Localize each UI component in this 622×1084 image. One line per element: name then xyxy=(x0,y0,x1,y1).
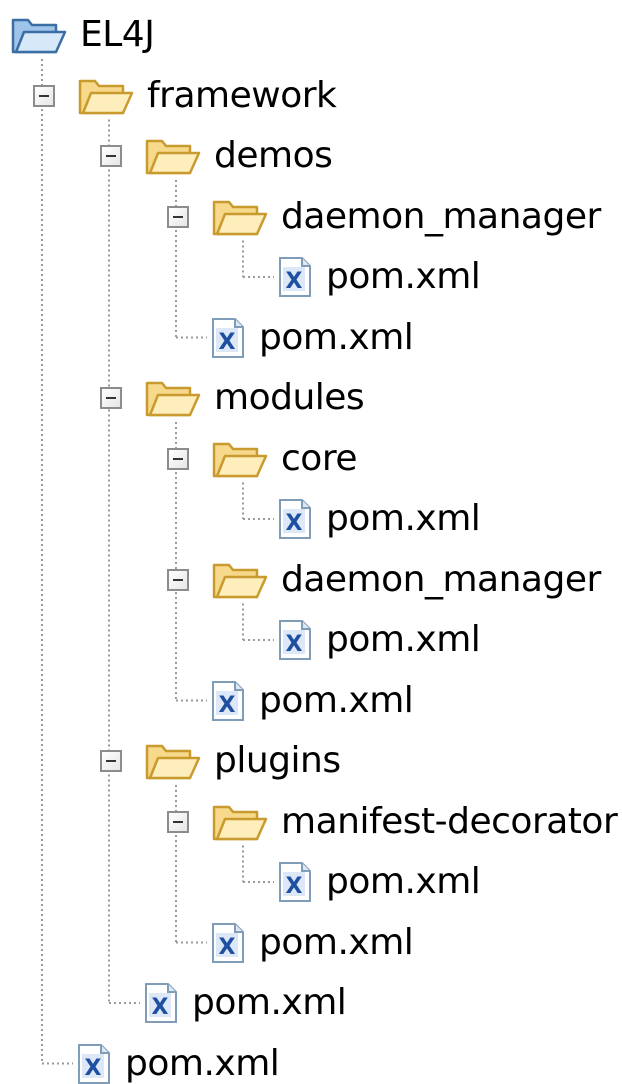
xml-file-icon: X xyxy=(144,982,178,1028)
xml-file-icon: X xyxy=(278,498,312,544)
svg-text:X: X xyxy=(152,995,169,1020)
folder-open-icon xyxy=(211,799,269,849)
tree-folder-core[interactable]: core xyxy=(0,430,622,488)
tree-folder-daemon-manager[interactable]: daemon_manager xyxy=(0,551,622,609)
collapse-toggle[interactable] xyxy=(167,568,189,591)
collapse-toggle[interactable] xyxy=(100,387,122,409)
folder-open-icon xyxy=(211,436,269,486)
svg-text:X: X xyxy=(286,632,303,657)
svg-text:X: X xyxy=(286,874,303,899)
folder-open-icon xyxy=(211,557,269,607)
collapse-toggle[interactable] xyxy=(167,447,189,470)
svg-text:X: X xyxy=(286,269,303,294)
xml-file-icon: X xyxy=(211,317,245,363)
xml-file-icon: X xyxy=(77,1043,111,1084)
tree-folder-manifest-decorator[interactable]: manifest-decorator xyxy=(0,793,622,851)
tree-item-label: pom.xml xyxy=(326,498,481,539)
tree-item-label: pom.xml xyxy=(259,679,414,721)
tree-item-label: pom.xml xyxy=(326,619,481,660)
folder-open-icon xyxy=(144,738,202,788)
collapse-toggle[interactable] xyxy=(33,84,55,107)
project-tree: EL4J framework demos daemon_manager X po… xyxy=(0,0,622,1084)
tree-file-pom-xml[interactable]: X pom.xml xyxy=(0,611,622,669)
tree-item-label: pom.xml xyxy=(125,1042,280,1084)
tree-folder-el4j[interactable]: EL4J xyxy=(0,6,622,64)
tree-file-pom-xml[interactable]: X pom.xml xyxy=(0,1035,622,1084)
tree-file-pom-xml[interactable]: X pom.xml xyxy=(0,853,622,911)
svg-text:X: X xyxy=(85,1056,102,1081)
tree-folder-daemon-manager[interactable]: daemon_manager xyxy=(0,188,622,246)
folder-open-icon xyxy=(144,375,202,425)
collapse-toggle[interactable] xyxy=(100,145,122,167)
tree-item-label: daemon_manager xyxy=(281,195,601,237)
tree-folder-framework[interactable]: framework xyxy=(0,67,622,125)
tree-item-label: pom.xml xyxy=(192,982,347,1023)
tree-item-label: daemon_manager xyxy=(281,558,601,600)
svg-text:X: X xyxy=(219,935,236,960)
xml-file-icon: X xyxy=(278,619,312,665)
xml-file-icon: X xyxy=(211,680,245,726)
tree-item-label: EL4J xyxy=(80,14,155,55)
collapse-toggle[interactable] xyxy=(167,810,189,833)
tree-item-label: demos xyxy=(214,135,333,176)
svg-text:X: X xyxy=(286,511,303,536)
tree-file-pom-xml[interactable]: X pom.xml xyxy=(0,672,622,730)
xml-file-icon: X xyxy=(278,256,312,302)
tree-file-pom-xml[interactable]: X pom.xml xyxy=(0,490,622,548)
collapse-toggle[interactable] xyxy=(100,750,122,772)
tree-folder-plugins[interactable]: plugins xyxy=(0,732,622,790)
folder-open-icon xyxy=(144,133,202,183)
tree-file-pom-xml[interactable]: X pom.xml xyxy=(0,309,622,367)
tree-folder-modules[interactable]: modules xyxy=(0,369,622,427)
folder-open-icon xyxy=(10,12,68,62)
tree-file-pom-xml[interactable]: X pom.xml xyxy=(0,914,622,972)
folder-open-icon xyxy=(211,194,269,244)
xml-file-icon: X xyxy=(211,922,245,968)
tree-item-label: modules xyxy=(214,377,365,418)
tree-item-label: framework xyxy=(147,74,337,116)
tree-item-label: pom.xml xyxy=(326,256,481,297)
svg-text:X: X xyxy=(219,693,236,718)
svg-text:X: X xyxy=(219,330,236,355)
tree-file-pom-xml[interactable]: X pom.xml xyxy=(0,974,622,1032)
tree-item-label: pom.xml xyxy=(259,921,414,963)
tree-item-label: core xyxy=(281,437,357,479)
xml-file-icon: X xyxy=(278,861,312,907)
folder-open-icon xyxy=(77,73,135,123)
collapse-toggle[interactable] xyxy=(167,205,189,228)
tree-file-pom-xml[interactable]: X pom.xml xyxy=(0,248,622,306)
tree-item-label: manifest-decorator xyxy=(281,800,618,842)
tree-item-label: pom.xml xyxy=(259,316,414,358)
tree-item-label: pom.xml xyxy=(326,861,481,902)
tree-item-label: plugins xyxy=(214,740,341,781)
tree-folder-demos[interactable]: demos xyxy=(0,127,622,185)
